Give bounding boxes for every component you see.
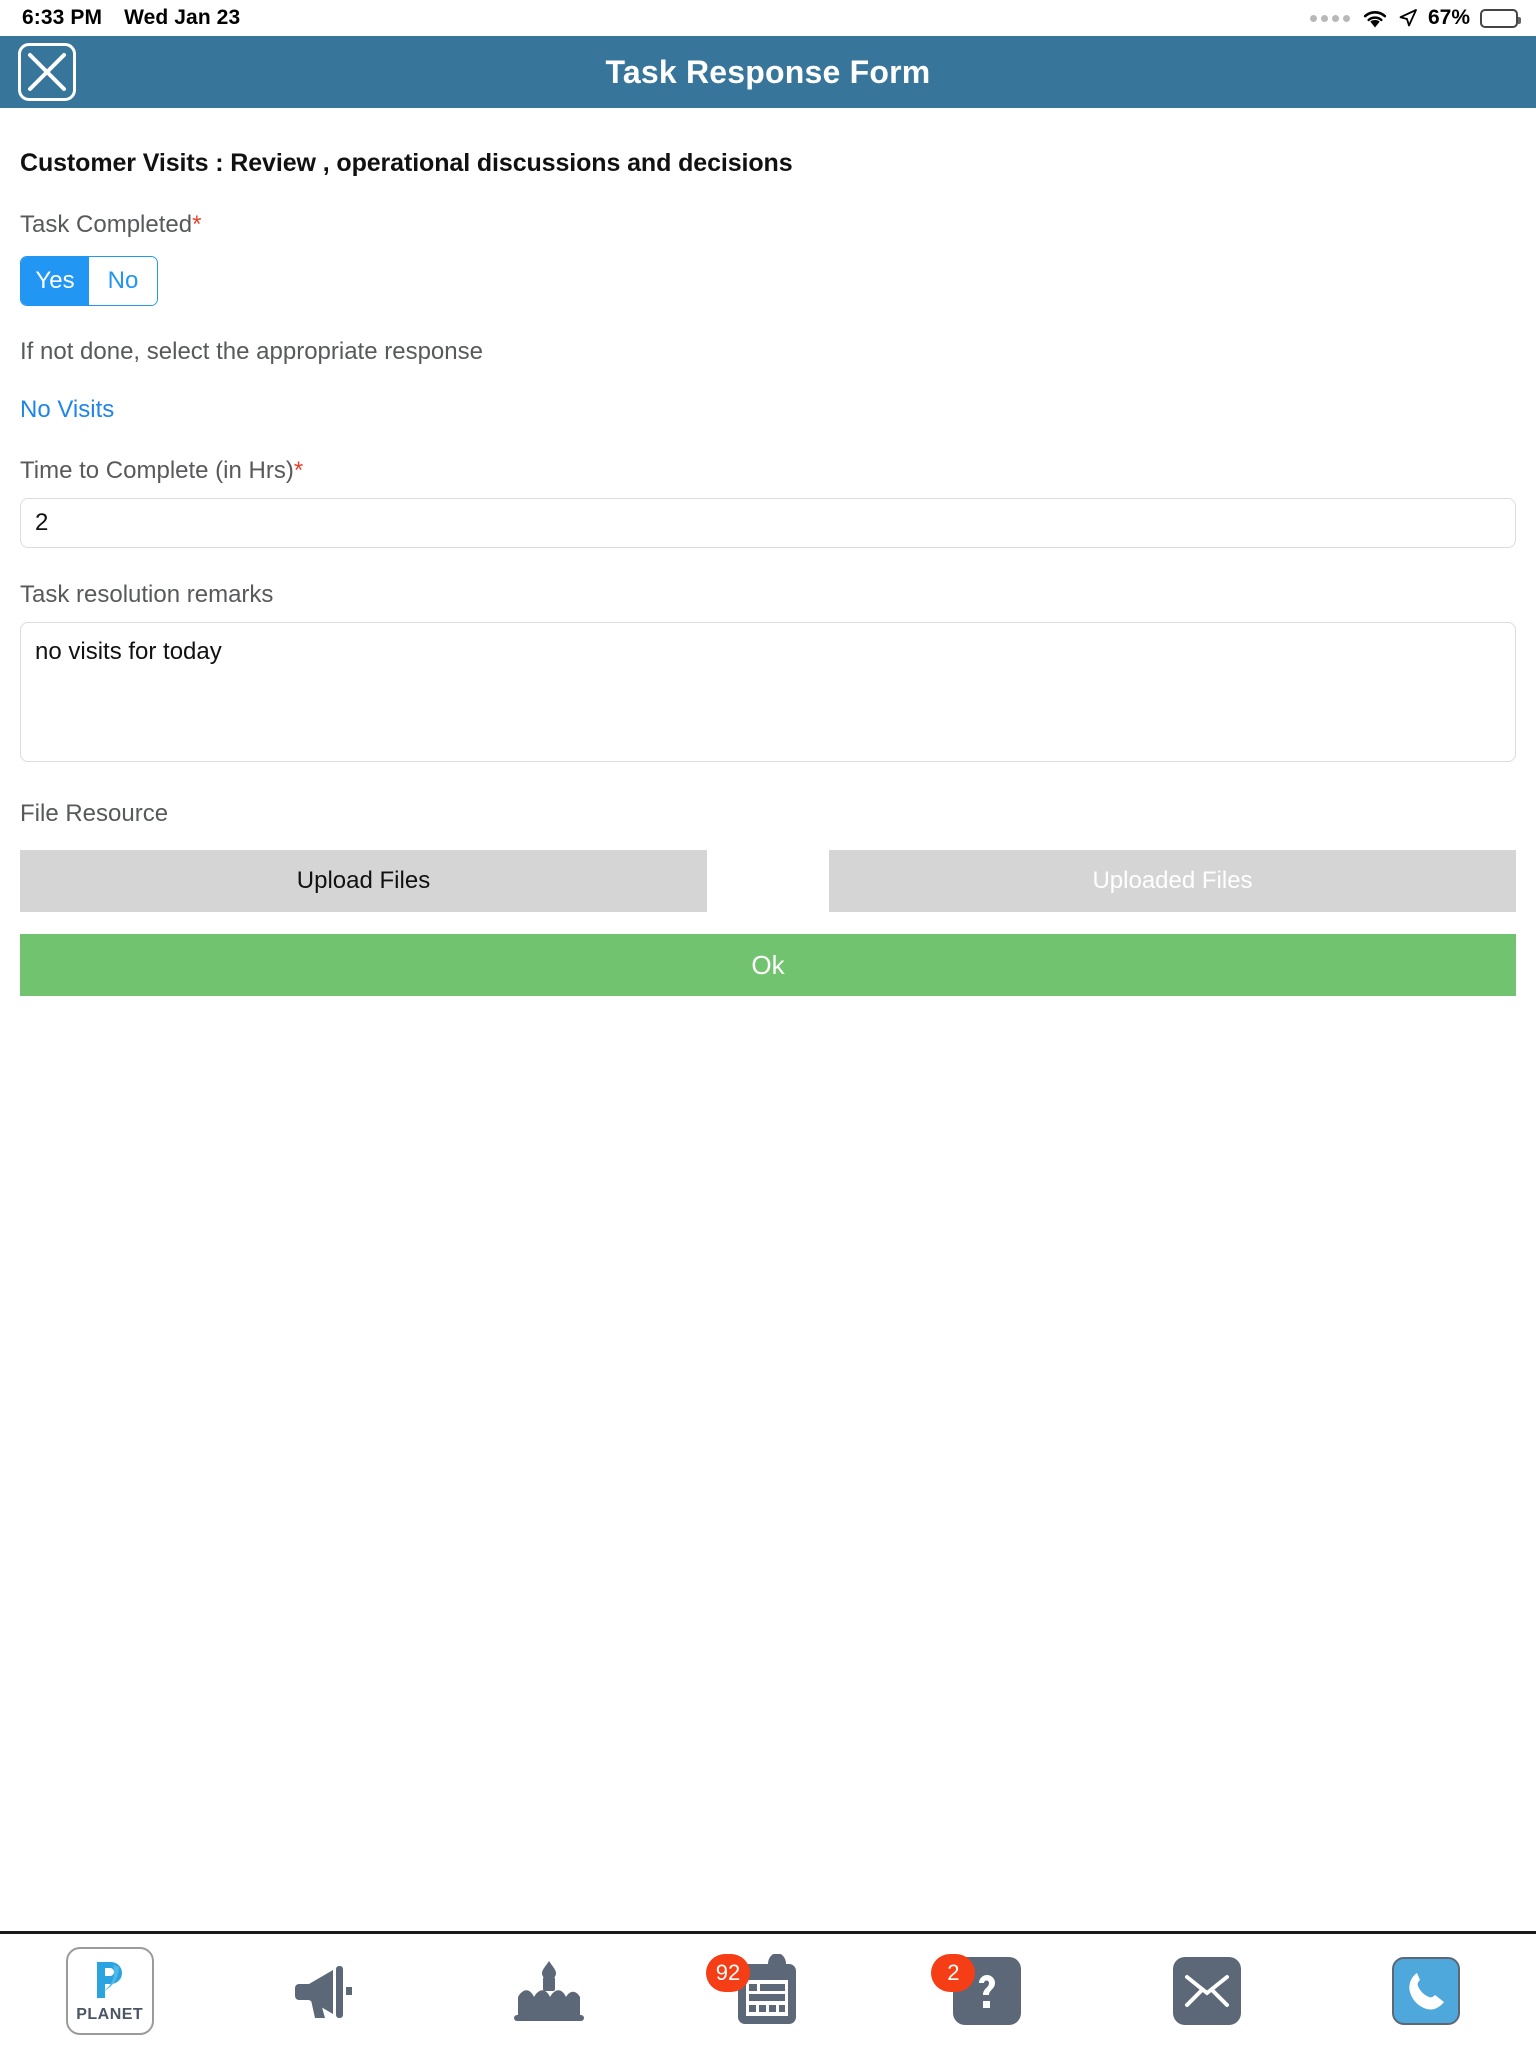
battery-icon — [1480, 8, 1521, 28]
megaphone-icon — [295, 1966, 353, 2018]
wifi-icon — [1362, 9, 1388, 28]
required-asterisk: * — [293, 457, 304, 484]
segment-no[interactable]: No — [89, 257, 157, 305]
task-completed-label: Task Completed* — [20, 211, 1516, 239]
time-to-complete-label: Time to Complete (in Hrs)* — [20, 457, 1516, 485]
planet-logo-icon: PLANET — [65, 1947, 154, 2035]
file-resource-buttons: Upload Files Uploaded Files — [20, 850, 1516, 912]
tasks-badge: 92 — [705, 1954, 750, 1992]
upload-files-button[interactable]: Upload Files — [20, 850, 707, 912]
remarks-textarea[interactable]: no visits for today — [20, 622, 1516, 762]
not-done-helper-text: If not done, select the appropriate resp… — [20, 338, 483, 365]
toolbar-item-mail[interactable] — [1097, 1934, 1316, 2048]
form-content: Customer Visits : Review , operational d… — [0, 149, 1536, 996]
signal-dots-icon — [1309, 14, 1350, 22]
status-time: 6:33 PM — [22, 6, 103, 29]
phone-call-icon — [1392, 1957, 1461, 2025]
toolbar-item-call[interactable] — [1317, 1934, 1536, 2048]
task-completed-label-text: Task Completed — [20, 211, 193, 238]
planet-logo-label: PLANET — [76, 2006, 144, 2023]
form-heading: Customer Visits : Review , operational d… — [20, 149, 793, 177]
toolbar-item-planet[interactable]: PLANET — [0, 1934, 219, 2048]
segment-yes[interactable]: Yes — [21, 257, 89, 305]
bottom-toolbar: PLANET 92 2 — [0, 1931, 1536, 2048]
status-date: Wed Jan 23 — [124, 6, 241, 29]
time-to-complete-label-text: Time to Complete (in Hrs) — [20, 457, 294, 484]
location-arrow-icon — [1398, 8, 1418, 28]
toolbar-item-birthdays[interactable] — [439, 1934, 658, 2048]
app-header: Task Response Form — [0, 36, 1536, 108]
help-badge: 2 — [931, 1954, 976, 1992]
remarks-label: Task resolution remarks — [20, 581, 274, 608]
time-to-complete-input[interactable] — [20, 498, 1516, 548]
mail-envelope-icon — [1172, 1957, 1241, 2025]
battery-percent: 67% — [1427, 6, 1470, 29]
required-asterisk: * — [192, 211, 202, 238]
task-completed-segmented-control[interactable]: Yes No — [20, 256, 158, 306]
ok-button[interactable]: Ok — [20, 934, 1516, 996]
no-visits-link[interactable]: No Visits — [20, 396, 114, 424]
close-icon[interactable] — [18, 43, 76, 101]
page-title: Task Response Form — [605, 53, 931, 90]
status-bar: 6:33 PM Wed Jan 23 67% — [0, 0, 1536, 36]
birthday-cake-icon — [513, 1961, 584, 2021]
uploaded-files-button[interactable]: Uploaded Files — [829, 850, 1516, 912]
toolbar-item-tasks[interactable]: 92 — [658, 1934, 877, 2048]
status-bar-right: 67% — [1309, 6, 1521, 30]
toolbar-item-help[interactable]: 2 — [878, 1934, 1097, 2048]
status-bar-left: 6:33 PM Wed Jan 23 — [22, 6, 240, 30]
toolbar-item-announcements[interactable] — [219, 1934, 438, 2048]
file-resource-label: File Resource — [20, 800, 169, 827]
